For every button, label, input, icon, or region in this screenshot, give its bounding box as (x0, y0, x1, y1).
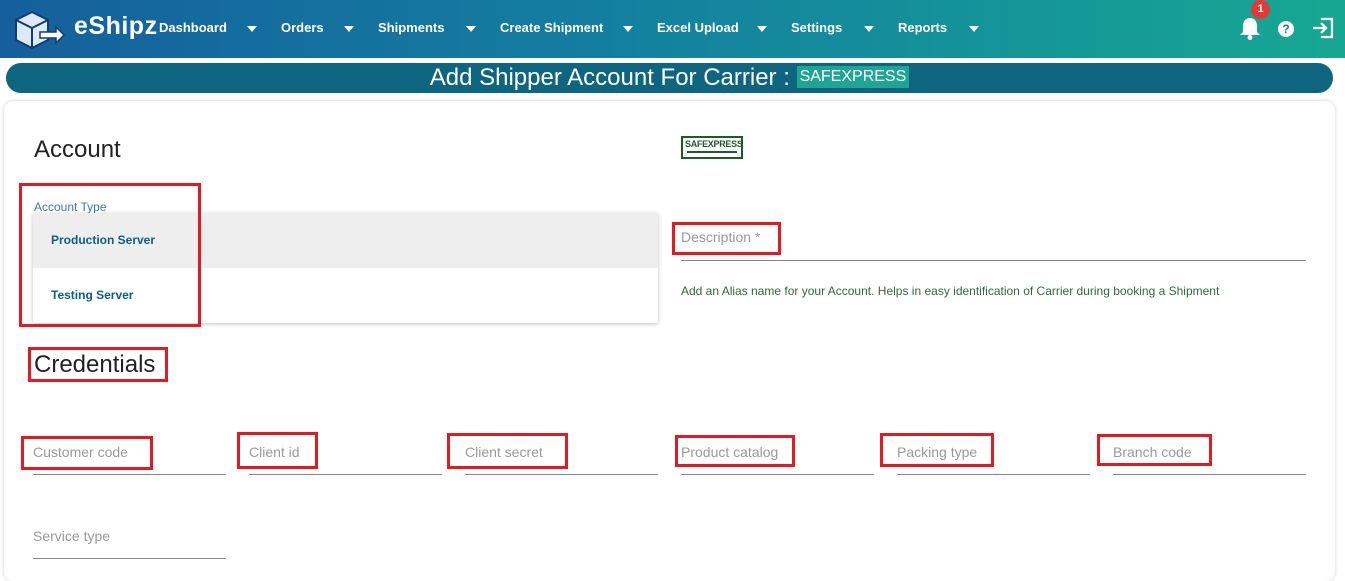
option-production-server[interactable]: Production Server (33, 213, 658, 268)
carrier-logo-stripe (687, 151, 737, 153)
help-icon[interactable]: ? (1278, 21, 1294, 37)
chevron-down-icon[interactable] (466, 26, 476, 32)
bell-icon[interactable] (1239, 16, 1261, 40)
app-logo-icon[interactable] (12, 8, 66, 52)
option-label: Testing Server (51, 288, 134, 302)
option-testing-server[interactable]: Testing Server (33, 268, 658, 323)
top-navbar: eShipz Dashboard Orders Shipments Create… (0, 0, 1345, 58)
nav-shipments[interactable]: Shipments (378, 20, 444, 35)
page-title-bar: Add Shipper Account For Carrier : SAFEXP… (6, 63, 1333, 93)
description-hint: Add an Alias name for your Account. Help… (681, 284, 1220, 298)
nav-orders[interactable]: Orders (281, 20, 324, 35)
nav-reports[interactable]: Reports (898, 20, 947, 35)
account-heading: Account (34, 136, 121, 163)
service-type-placeholder: Service type (33, 528, 111, 544)
carrier-logo-text: SAFEXPRESS (685, 139, 743, 149)
customer-code-placeholder: Customer code (33, 444, 128, 460)
carrier-name-tag: SAFEXPRESS (796, 65, 910, 88)
logout-icon[interactable] (1311, 16, 1335, 40)
credentials-heading: Credentials (34, 351, 156, 378)
packing-type-placeholder: Packing type (897, 444, 978, 460)
brand-name[interactable]: eShipz (74, 12, 158, 41)
chevron-down-icon[interactable] (757, 26, 767, 32)
account-type-label: Account Type (34, 200, 107, 214)
nav-settings[interactable]: Settings (791, 20, 842, 35)
chevron-down-icon[interactable] (344, 26, 354, 32)
nav-create-shipment[interactable]: Create Shipment (500, 20, 603, 35)
chevron-down-icon[interactable] (969, 26, 979, 32)
notification-count-badge: 1 (1251, 0, 1270, 19)
page-title: Add Shipper Account For Carrier : (429, 64, 790, 91)
product-catalog-placeholder: Product catalog (681, 444, 779, 460)
option-label: Production Server (51, 233, 156, 247)
description-placeholder: Description * (681, 229, 761, 245)
client-secret-placeholder: Client secret (465, 444, 543, 460)
chevron-down-icon[interactable] (623, 26, 633, 32)
branch-code-placeholder: Branch code (1113, 444, 1192, 460)
nav-excel-upload[interactable]: Excel Upload (657, 20, 739, 35)
description-input[interactable] (681, 228, 1306, 261)
account-type-dropdown[interactable]: Production Server Testing Server (33, 213, 658, 323)
form-card (4, 101, 1335, 581)
chevron-down-icon[interactable] (247, 26, 257, 32)
client-id-placeholder: Client id (249, 444, 300, 460)
carrier-logo: SAFEXPRESS (681, 136, 743, 159)
nav-dashboard[interactable]: Dashboard (159, 20, 227, 35)
chevron-down-icon[interactable] (864, 26, 874, 32)
